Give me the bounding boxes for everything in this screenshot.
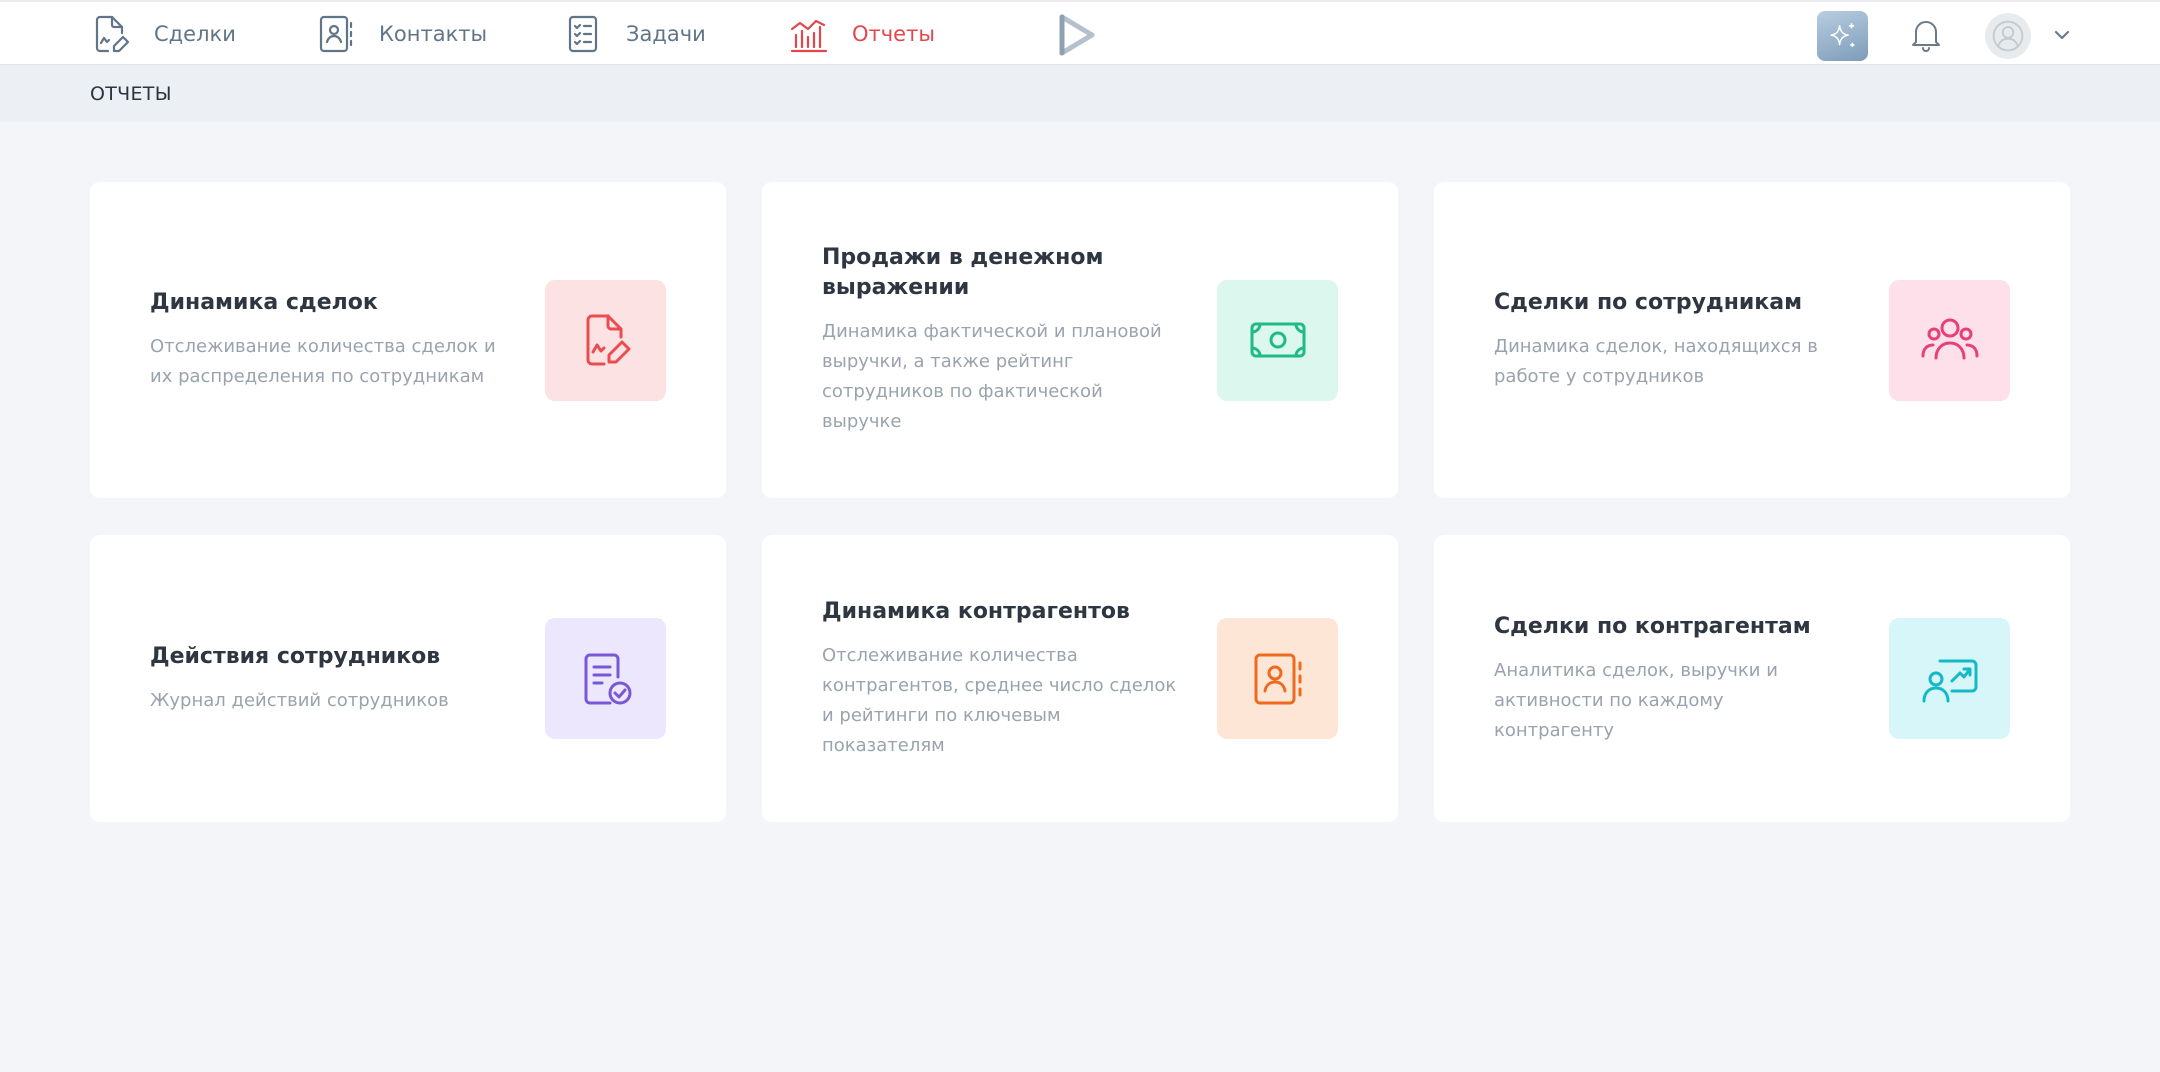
app-logo-icon[interactable] (1054, 11, 1100, 59)
top-navigation: Сделки Контакты Задачи Отчеты (0, 0, 2160, 65)
card-text: Действия сотрудников Журнал действий сот… (150, 642, 545, 716)
card-text: Сделки по контрагентам Аналитика сделок,… (1494, 612, 1889, 746)
card-title: Сделки по контрагентам (1494, 613, 1811, 639)
page-title: ОТЧЕТЫ (90, 82, 172, 105)
card-text: Динамика контрагентов Отслеживание колич… (822, 597, 1217, 761)
nav-item-tasks[interactable]: Задачи (562, 2, 706, 65)
card-icon-tile (545, 279, 666, 401)
chevron-down-icon[interactable] (2050, 23, 2074, 47)
ai-assistant-button[interactable] (1817, 11, 1868, 61)
card-icon-tile (1217, 618, 1338, 739)
card-icon-tile (1217, 279, 1338, 401)
card-icon-tile (1889, 279, 2010, 401)
report-card-deals-by-contractor[interactable]: Сделки по контрагентам Аналитика сделок,… (1434, 535, 2070, 822)
presentation-user-icon (1922, 659, 1977, 702)
card-icon-tile (1889, 618, 2010, 739)
nav-label: Контакты (379, 21, 488, 46)
card-description: Динамика фактической и плановой выручки,… (822, 321, 1162, 432)
report-card-deal-dynamics[interactable]: Динамика сделок Отслеживание количества … (90, 182, 726, 498)
deal-document-icon (95, 15, 130, 52)
card-title: Сделки по сотрудникам (1494, 290, 1803, 315)
card-description: Отслеживание количества контрагентов, ср… (822, 644, 1177, 756)
chart-icon (790, 19, 828, 52)
banknote-icon (1250, 322, 1305, 358)
report-card-deals-by-employee[interactable]: Сделки по сотрудникам Динамика сделок, н… (1434, 182, 2070, 498)
nav-item-reports[interactable]: Отчеты (788, 2, 935, 65)
card-text: Сделки по сотрудникам Динамика сделок, н… (1494, 288, 1889, 392)
notifications-bell-icon[interactable] (1906, 14, 1946, 54)
nav-label: Сделки (154, 21, 236, 46)
card-title: Действия сотрудников (150, 643, 441, 669)
user-avatar-icon (1992, 20, 2024, 52)
nav-label: Задачи (626, 21, 706, 46)
document-signature-icon (586, 314, 630, 366)
card-description: Аналитика сделок, выручки и активности п… (1494, 659, 1778, 741)
card-title: Динамика контрагентов (822, 598, 1130, 624)
nav-item-contacts[interactable]: Контакты (315, 2, 487, 65)
page-title-bar: ОТЧЕТЫ (0, 65, 2160, 122)
report-card-employee-actions[interactable]: Действия сотрудников Журнал действий сот… (90, 535, 726, 822)
card-description: Динамика сделок, находящихся в работе у … (1494, 336, 1818, 387)
card-text: Динамика сделок Отслеживание количества … (150, 288, 545, 392)
card-description: Журнал действий сотрудников (150, 689, 449, 711)
nav-label: Отчеты (852, 21, 935, 46)
sparkles-icon (1829, 23, 1854, 48)
card-description: Отслеживание количества сделок и их расп… (150, 336, 496, 387)
users-icon (1921, 318, 1978, 360)
contact-book-icon (1254, 653, 1301, 704)
document-check-icon (584, 653, 631, 704)
card-icon-tile (545, 618, 666, 739)
report-card-sales-revenue[interactable]: Продажи в денежном выражении Динамика фа… (762, 182, 1398, 498)
contact-book-icon (319, 15, 353, 52)
report-card-contractor-dynamics[interactable]: Динамика контрагентов Отслеживание колич… (762, 535, 1398, 822)
checklist-icon (568, 15, 598, 52)
card-title: Продажи в денежном выражении (822, 245, 1104, 300)
card-text: Продажи в денежном выражении Динамика фа… (822, 243, 1217, 437)
nav-item-deals[interactable]: Сделки (90, 2, 236, 65)
card-title: Динамика сделок (150, 290, 378, 315)
user-avatar[interactable] (1985, 13, 2031, 59)
